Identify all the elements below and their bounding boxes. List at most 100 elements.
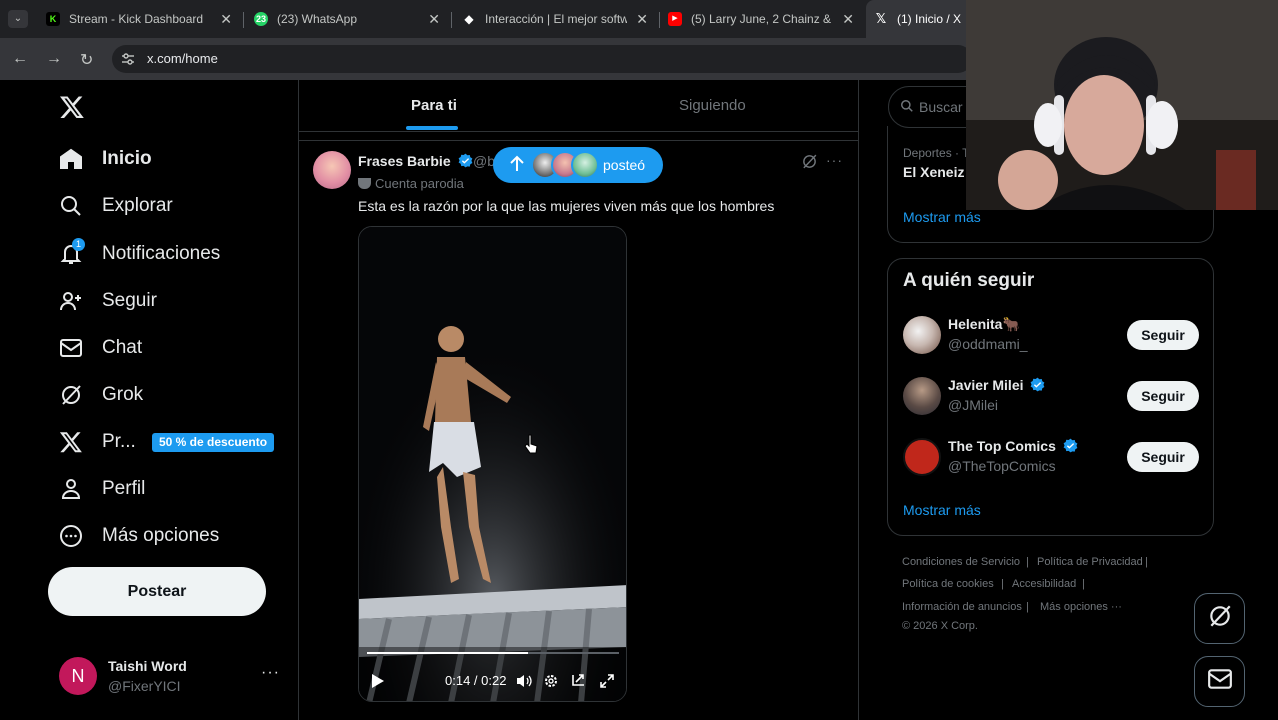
footer-separator: | — [1026, 556, 1029, 568]
user-handle: @oddmami_ — [948, 336, 1028, 352]
footer-link[interactable]: Política de Privacidad — [1037, 556, 1143, 568]
nav-item-grok[interactable]: Grok — [58, 375, 143, 415]
post-button[interactable]: Postear — [48, 567, 266, 616]
forward-arrow-icon[interactable]: → — [46, 50, 62, 68]
grok-icon[interactable] — [801, 153, 818, 175]
avatar[interactable]: N — [59, 657, 97, 695]
search-placeholder: Buscar — [919, 99, 963, 115]
nav-item-perfil[interactable]: Perfil — [58, 469, 145, 509]
play-icon[interactable] — [371, 673, 385, 692]
verified-badge-icon — [458, 153, 473, 168]
avatar[interactable] — [903, 316, 941, 354]
tab-title: (1) Inicio / X — [897, 12, 962, 26]
nav-item-explorar[interactable]: Explorar — [58, 186, 173, 226]
posted-label: posteó — [603, 157, 646, 173]
tab-search-button[interactable]: ⌄ — [8, 10, 28, 28]
nav-item-seguir[interactable]: Seguir — [58, 281, 157, 321]
avatar[interactable] — [903, 438, 941, 476]
settings-gear-icon[interactable] — [543, 673, 559, 692]
footer-separator: | — [1001, 578, 1004, 590]
close-tab-icon[interactable]: ✕ — [636, 11, 648, 28]
grok-floating-button[interactable] — [1194, 593, 1245, 644]
arrow-up-icon — [509, 155, 525, 178]
nav-label: Grok — [102, 384, 144, 405]
divider — [298, 80, 299, 720]
browser-tab[interactable]: ▶ (5) Larry June, 2 Chainz & Th ✕ — [662, 0, 860, 38]
nav-item-inicio[interactable]: Inicio — [58, 139, 152, 179]
show-more-link[interactable]: Mostrar más — [903, 209, 981, 225]
user-name[interactable]: Javier Milei — [948, 377, 1045, 393]
footer-link[interactable]: Accesibilidad — [1012, 578, 1076, 590]
url-text[interactable]: x.com/home — [147, 51, 218, 66]
volume-icon[interactable] — [516, 673, 532, 692]
diamond-icon: ◆ — [464, 12, 474, 26]
site-info-icon[interactable] — [121, 52, 135, 66]
footer-link[interactable]: Política de cookies — [902, 578, 994, 590]
footer-link[interactable]: Información de anuncios — [902, 601, 1022, 613]
copyright: © 2026 X Corp. — [902, 620, 978, 632]
show-more-link[interactable]: Mostrar más — [903, 502, 981, 518]
close-tab-icon[interactable]: ✕ — [220, 11, 232, 28]
avatar[interactable] — [313, 151, 351, 189]
browser-tab[interactable]: K Stream - Kick Dashboard ✕ — [40, 0, 238, 38]
grok-icon — [58, 382, 84, 408]
trend-category: Deportes · T — [903, 146, 970, 160]
fullscreen-icon[interactable] — [599, 673, 615, 692]
footer-separator: | — [1026, 601, 1029, 613]
avatar[interactable] — [903, 377, 941, 415]
picture-in-picture-icon[interactable] — [570, 673, 586, 692]
nav-label: Más opciones — [102, 525, 220, 546]
nav-label: Perfil — [102, 478, 146, 499]
mouse-cursor-icon — [524, 434, 538, 459]
nav-label: Notificaciones — [102, 243, 221, 264]
user-handle: @TheTopComics — [948, 458, 1056, 474]
x-logo-icon[interactable] — [59, 94, 85, 120]
footer-link[interactable]: Condiciones de Servicio — [902, 556, 1020, 568]
user-handle: @JMilei — [948, 397, 998, 413]
account-name[interactable]: Taishi Word — [108, 658, 187, 674]
user-name[interactable]: The Top Comics — [948, 438, 1078, 454]
search-icon — [58, 193, 84, 219]
premium-promo-badge: 50 % de descuento — [152, 433, 275, 452]
more-dots-icon[interactable]: ··· — [826, 152, 843, 168]
address-bar[interactable] — [112, 45, 972, 73]
trend-name[interactable]: El Xeneiz — [903, 164, 964, 180]
reload-icon[interactable]: ↻ — [80, 50, 93, 70]
parody-text: Cuenta parodia — [375, 176, 464, 191]
tab-separator — [243, 12, 244, 28]
nav-item-chat[interactable]: Chat — [58, 328, 142, 368]
nav-item-premium[interactable]: Pr... — [58, 422, 136, 462]
post-author-label: Frases Barbie — [358, 153, 451, 169]
nav-item-mas-opciones[interactable]: Más opciones — [58, 516, 219, 556]
kick-icon: K — [46, 12, 60, 26]
grok-icon — [1207, 603, 1233, 634]
user-name[interactable]: Helenita🐂 — [948, 316, 1020, 333]
whatsapp-icon: 23 — [254, 12, 268, 26]
browser-tab[interactable]: 23 (23) WhatsApp ✕ — [248, 0, 446, 38]
youtube-icon: ▶ — [668, 12, 682, 26]
close-tab-icon[interactable]: ✕ — [428, 11, 440, 28]
tab-siguiendo[interactable]: Siguiendo — [679, 97, 746, 114]
video-frame — [359, 227, 626, 701]
back-arrow-icon[interactable]: ← — [12, 50, 28, 68]
avatar — [571, 151, 599, 179]
post-author-name[interactable]: Frases Barbie — [358, 153, 473, 169]
video-progress-track[interactable] — [367, 652, 619, 654]
browser-tab[interactable]: ◆ Interacción | El mejor softwa ✕ — [456, 0, 654, 38]
post-text: Esta es la razón por la que las mujeres … — [358, 198, 775, 214]
divider — [299, 131, 858, 132]
nav-label: Explorar — [102, 195, 173, 216]
messages-floating-button[interactable] — [1194, 656, 1245, 707]
more-dots-icon[interactable]: ··· — [261, 664, 280, 682]
close-tab-icon[interactable]: ✕ — [842, 11, 854, 28]
follow-button[interactable]: Seguir — [1127, 381, 1199, 411]
tab-para-ti[interactable]: Para ti — [411, 97, 457, 114]
footer-link[interactable]: Más opciones ··· — [1040, 601, 1122, 613]
tab-separator — [659, 12, 660, 28]
follow-button[interactable]: Seguir — [1127, 442, 1199, 472]
video-player[interactable]: 0:14 / 0:22 — [358, 226, 627, 702]
follow-button[interactable]: Seguir — [1127, 320, 1199, 350]
mail-icon — [58, 335, 84, 361]
video-time: 0:14 / 0:22 — [445, 673, 507, 688]
nav-label: Chat — [102, 337, 143, 358]
